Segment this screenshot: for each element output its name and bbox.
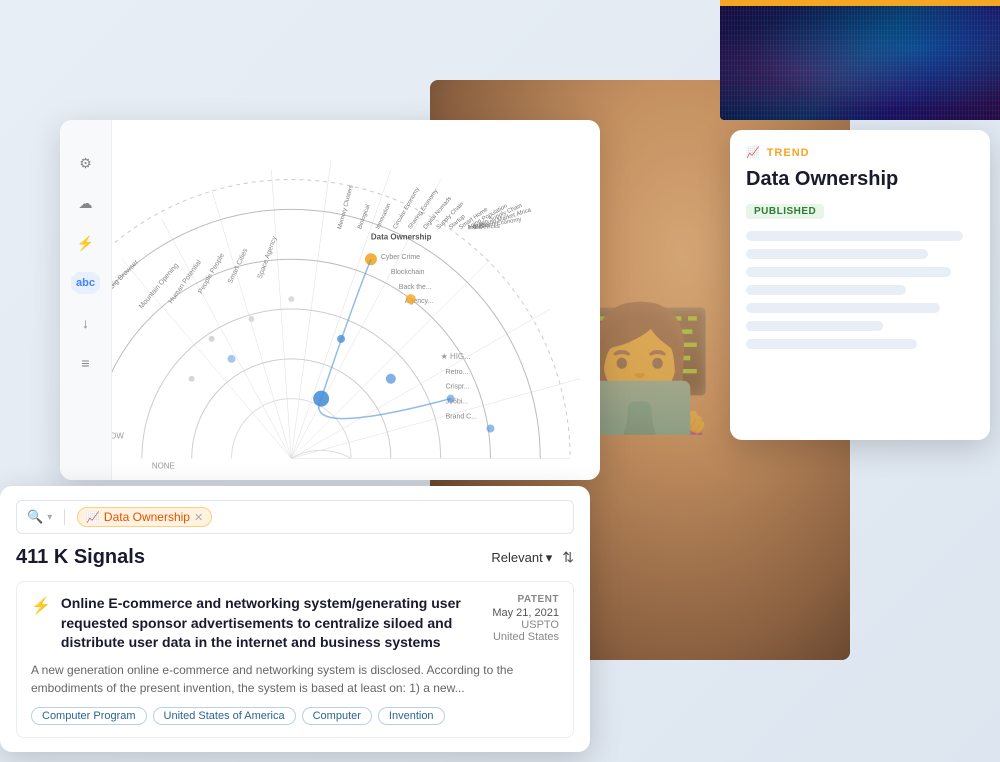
signal-tags: Computer Program United States of Americ… <box>31 707 559 725</box>
signals-card: 🔍 ▾ 📈 Data Ownership ✕ 411 K Signals Rel… <box>0 486 590 752</box>
svg-text:Crispr...: Crispr... <box>446 384 470 391</box>
signals-count: 411 K Signals <box>16 546 145 569</box>
trend-content-lines <box>746 231 974 349</box>
signal-source: USPTOUnited States <box>492 619 559 643</box>
svg-text:Biological: Biological <box>357 204 371 230</box>
sort-label: Relevant <box>491 550 542 565</box>
svg-text:Blockchain: Blockchain <box>391 269 425 276</box>
signal-tag-computer-program[interactable]: Computer Program <box>31 707 147 725</box>
window-controls <box>60 120 600 148</box>
tag-trend-icon: 📈 <box>86 511 100 524</box>
radar-card: ⚙ ☁ ⚡ abc ↓ ≡ <box>60 120 600 480</box>
signal-item: ⚡ Online E-commerce and networking syste… <box>16 581 574 738</box>
cloud-icon[interactable]: ☁ <box>75 192 97 214</box>
svg-text:Cyber Crime: Cyber Crime <box>381 254 420 261</box>
signal-meta: PATENT May 21, 2021 USPTOUnited States <box>492 594 559 643</box>
content-line-3 <box>746 267 951 277</box>
signal-date: May 21, 2021 <box>492 607 559 619</box>
trend-icon: 📈 <box>746 146 761 159</box>
svg-text:Memory Clusters: Memory Clusters <box>337 185 354 230</box>
radar-sidebar: ⚙ ☁ ⚡ abc ↓ ≡ <box>60 120 112 480</box>
tech-image-overlay <box>720 0 1000 120</box>
search-tag-close[interactable]: ✕ <box>194 511 203 524</box>
search-icon-wrap: 🔍 ▾ <box>27 509 52 525</box>
download-icon[interactable]: ↓ <box>75 312 97 334</box>
signal-lightning-icon: ⚡ <box>31 596 51 616</box>
filter-icon[interactable]: ⇅ <box>562 549 574 566</box>
signals-sort: Relevant ▾ ⇅ <box>491 549 574 566</box>
settings-icon[interactable]: ⚙ <box>75 152 97 174</box>
lightning-icon[interactable]: ⚡ <box>75 232 97 254</box>
svg-text:Brand C...: Brand C... <box>446 414 477 421</box>
search-divider <box>64 509 65 525</box>
list-icon[interactable]: ≡ <box>75 352 97 374</box>
tech-image <box>720 0 1000 120</box>
text-icon[interactable]: abc <box>75 272 97 294</box>
content-line-1 <box>746 231 963 241</box>
content-line-5 <box>746 303 940 313</box>
svg-text:VERY LOW: VERY LOW <box>112 431 124 440</box>
content-line-4 <box>746 285 906 295</box>
svg-text:Space Agency: Space Agency <box>257 235 279 280</box>
signal-item-header: ⚡ Online E-commerce and networking syste… <box>31 594 559 653</box>
svg-text:Back the...: Back the... <box>399 284 432 291</box>
published-badge: PUBLISHED <box>746 204 824 219</box>
signal-type: PATENT <box>492 594 559 605</box>
signal-tag-usa[interactable]: United States of America <box>153 707 296 725</box>
radar-visualization: Big Browser Mountain Opening Human Poten… <box>112 148 600 480</box>
content-line-7 <box>746 339 917 349</box>
search-dropdown-arrow: ▾ <box>47 512 52 523</box>
content-line-6 <box>746 321 883 331</box>
search-tag[interactable]: 📈 Data Ownership ✕ <box>77 507 212 527</box>
trend-card: 📈 TREND Data Ownership PUBLISHED <box>730 130 990 440</box>
search-bar[interactable]: 🔍 ▾ 📈 Data Ownership ✕ <box>16 500 574 534</box>
signals-header: 411 K Signals Relevant ▾ ⇅ <box>16 546 574 569</box>
sort-relevant-button[interactable]: Relevant ▾ <box>491 550 552 566</box>
content-line-2 <box>746 249 928 259</box>
svg-text:People People: People People <box>197 252 226 295</box>
abc-badge: abc <box>71 275 100 291</box>
signal-title[interactable]: Online E-commerce and networking system/… <box>61 594 482 653</box>
search-icon: 🔍 <box>27 509 43 525</box>
signal-tag-invention[interactable]: Invention <box>378 707 445 725</box>
svg-text:★ HIG...: ★ HIG... <box>441 352 471 361</box>
trend-label: 📈 TREND <box>746 146 974 159</box>
orange-accent-bar <box>720 0 1000 6</box>
svg-text:Retro...: Retro... <box>446 369 469 376</box>
svg-text:Big Browser: Big Browser <box>112 259 140 291</box>
search-tag-label: Data Ownership <box>104 510 190 524</box>
svg-text:Data Ownership: Data Ownership <box>371 232 432 241</box>
trend-text: TREND <box>767 147 810 159</box>
svg-text:NONE: NONE <box>152 461 175 470</box>
svg-text:IoT Devices: IoT Devices <box>468 224 500 232</box>
sort-arrow: ▾ <box>546 550 553 566</box>
trend-title: Data Ownership <box>746 167 974 191</box>
signal-description: A new generation online e-commerce and n… <box>31 661 559 697</box>
signal-tag-computer[interactable]: Computer <box>302 707 372 725</box>
